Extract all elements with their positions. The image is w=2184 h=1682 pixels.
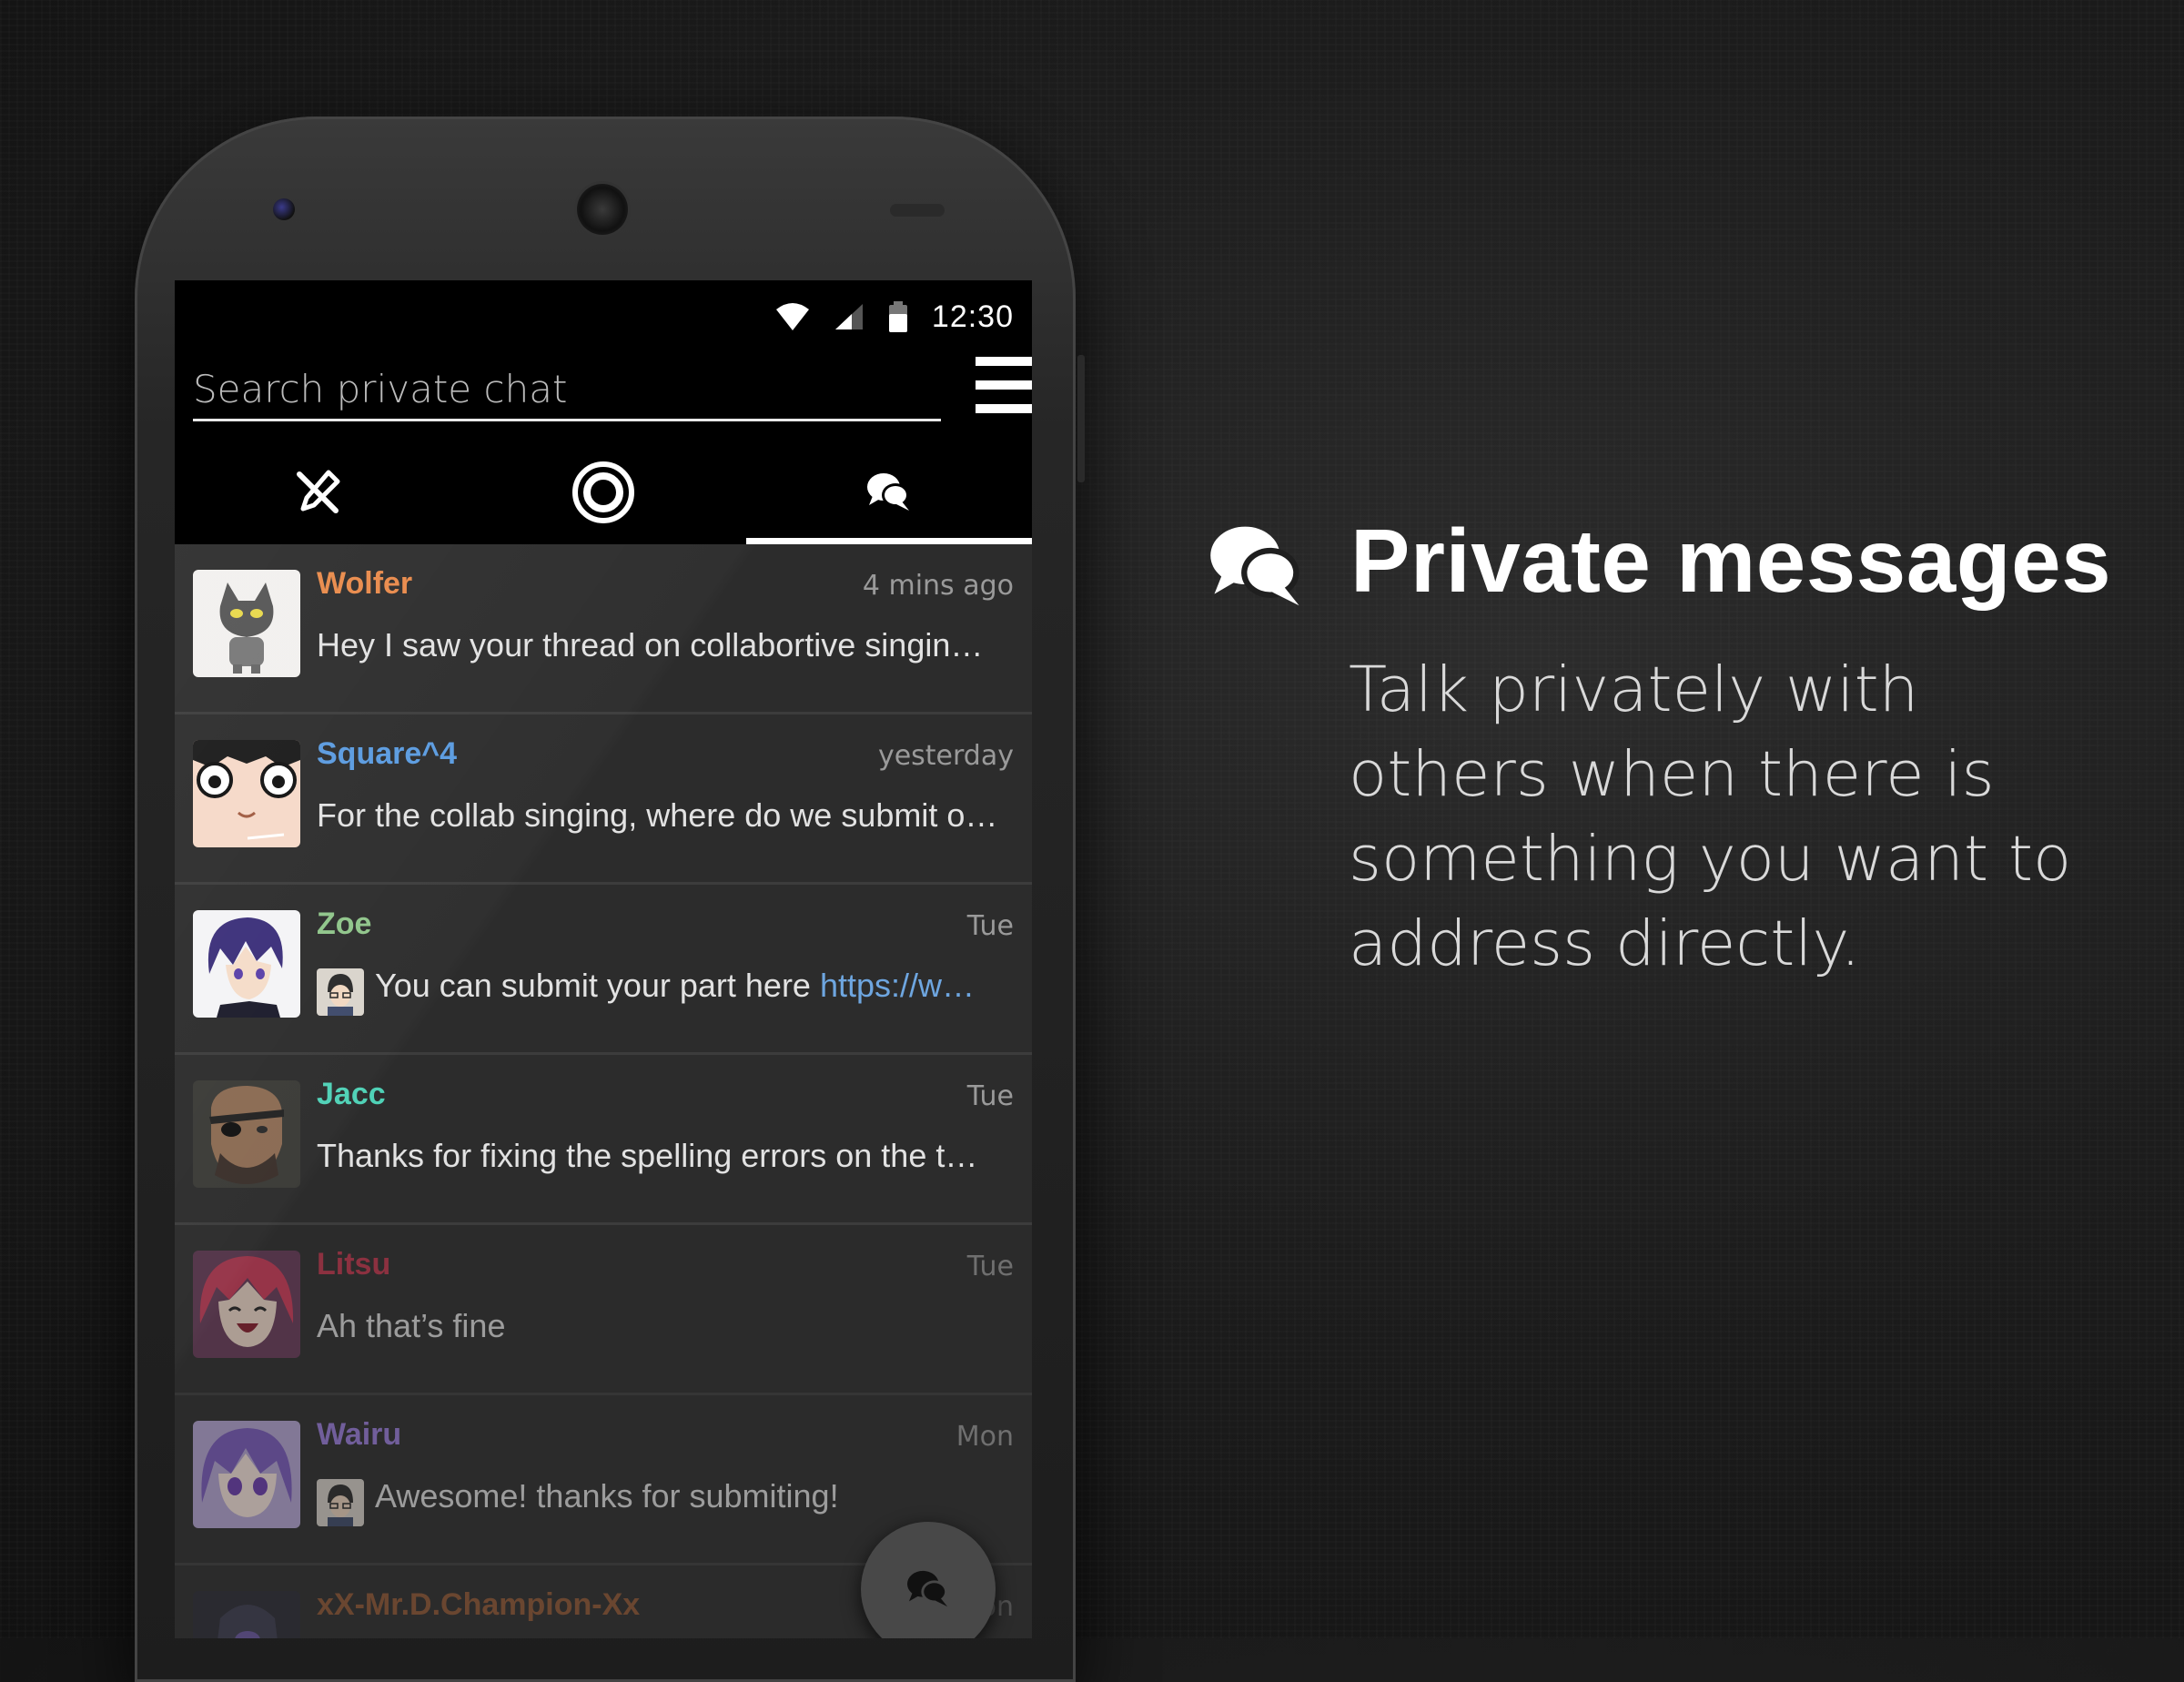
avatar <box>193 1080 300 1188</box>
battery-icon <box>888 301 907 332</box>
conversation-row[interactable]: Litsu Tue Ah that’s fine <box>175 1225 1032 1395</box>
message-text: You can submit your part here <box>375 967 820 1004</box>
promo-title: Private messages <box>1350 511 2112 611</box>
message-preview: Awesome! thanks for submiting! <box>375 1477 839 1515</box>
status-time: 12:30 <box>931 299 1014 334</box>
message-preview: For the collab singing, where do we subm… <box>317 796 998 834</box>
conversation-row[interactable]: Square^4 yesterday For the collab singin… <box>175 714 1032 885</box>
hamburger-menu-icon[interactable] <box>976 357 1032 422</box>
conversation-row[interactable]: Zoe Tue You can submit your part here ht… <box>175 885 1032 1055</box>
contact-name: Jacc <box>317 1077 386 1111</box>
tab-tools[interactable] <box>175 441 460 544</box>
chat-bubbles-icon <box>907 1570 948 1607</box>
message-preview: Hey I saw your thread on collabortive si… <box>317 626 984 664</box>
phone-screen: 12:30 Search private chat Wolfer 4 mins … <box>175 280 1032 1638</box>
message-link[interactable]: https://w… <box>820 967 975 1004</box>
chat-bubbles-icon <box>1210 526 1299 606</box>
contact-name: Wolfer <box>317 566 413 601</box>
avatar <box>193 1421 300 1528</box>
avatar <box>193 1251 300 1358</box>
contact-name: xX-Mr.D.Champion-Xx <box>317 1587 641 1622</box>
sender-avatar-thumbnail <box>317 968 364 1016</box>
wifi-icon <box>775 303 809 330</box>
message-time: 4 mins ago <box>862 570 1014 602</box>
tools-icon <box>297 470 340 513</box>
conversation-list: Wolfer 4 mins ago Hey I saw your thread … <box>175 544 1032 1638</box>
avatar <box>193 910 300 1018</box>
message-time: Tue <box>966 1251 1014 1282</box>
contact-name: Litsu <box>317 1247 391 1282</box>
avatar <box>193 740 300 847</box>
avatar <box>193 1591 300 1638</box>
promo-description: Talk privately with others when there is… <box>1349 654 2072 980</box>
conversation-row[interactable]: Jacc Tue Thanks for fixing the spelling … <box>175 1055 1032 1225</box>
signal-icon <box>834 304 863 329</box>
chat-bubbles-icon <box>867 473 909 511</box>
message-preview: Thanks for fixing the spelling errors on… <box>317 1137 978 1174</box>
message-time: Tue <box>966 1080 1014 1112</box>
front-camera <box>273 198 295 220</box>
contact-name: Wairu <box>317 1417 402 1452</box>
target-icon <box>572 461 634 523</box>
message-preview: Ah that’s fine <box>317 1307 506 1344</box>
power-button <box>1077 355 1085 482</box>
contact-name: Zoe <box>317 907 372 941</box>
conversation-row[interactable]: Wolfer 4 mins ago Hey I saw your thread … <box>175 544 1032 714</box>
status-bar: 12:30 <box>775 291 1014 342</box>
avatar <box>193 570 300 677</box>
message-time: yesterday <box>877 740 1014 772</box>
sender-avatar-thumbnail <box>317 1479 364 1526</box>
contact-name: Square^4 <box>317 736 458 771</box>
proximity-sensor <box>890 204 945 217</box>
message-time: Tue <box>966 910 1014 942</box>
message-time: Mon <box>956 1421 1014 1453</box>
tab-target[interactable] <box>460 441 746 544</box>
tab-bar <box>175 441 1032 544</box>
tab-chat[interactable] <box>746 441 1032 544</box>
message-preview: You can submit your part here https://w… <box>375 967 1014 1005</box>
search-input[interactable]: Search private chat <box>193 355 941 421</box>
app-bar: 12:30 Search private chat <box>175 280 1032 544</box>
earpiece-speaker <box>577 184 628 235</box>
